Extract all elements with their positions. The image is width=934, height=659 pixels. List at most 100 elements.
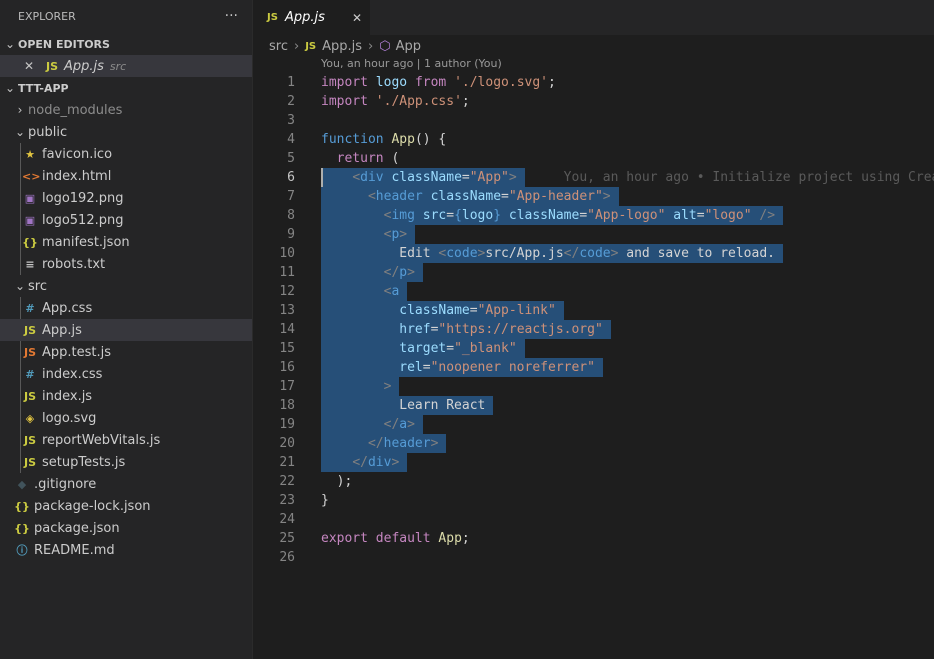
tree-file[interactable]: JS App.test.js (0, 341, 252, 363)
file-type-icon: JS (23, 433, 36, 447)
explorer-sidebar: EXPLORER ··· ⌄ OPEN EDITORS ✕ JS App.js … (0, 0, 253, 659)
line-number: 6 (287, 170, 295, 185)
editor-area: JS App.js ✕ src › JS App.js › ⬡ App You,… (253, 0, 934, 659)
code-line[interactable]: rel="noopener noreferrer" (321, 358, 595, 377)
tree-file[interactable]: {} manifest.json (0, 231, 252, 253)
tab-label: App.js (284, 10, 325, 25)
line-number: 25 (279, 531, 295, 546)
tree-file[interactable]: ◈ logo.svg (0, 407, 252, 429)
code-line[interactable]: </a> (321, 415, 415, 434)
tree-file[interactable]: ◆ .gitignore (0, 473, 252, 495)
code-line[interactable]: className="App-link" (321, 301, 556, 320)
file-type-icon: JS (23, 455, 36, 469)
code-line[interactable]: </header> (321, 434, 438, 453)
line-number: 3 (287, 113, 295, 128)
breadcrumb-folder[interactable]: src (269, 39, 288, 54)
project-section[interactable]: ⌄ TTT-APP (0, 77, 252, 99)
breadcrumb-file[interactable]: App.js (322, 39, 362, 54)
file-type-icon: JS (23, 323, 36, 337)
tree-item-label: manifest.json (42, 234, 130, 250)
breadcrumb: src › JS App.js › ⬡ App (253, 35, 421, 57)
code-line[interactable]: function App() { (321, 130, 446, 149)
code-line[interactable]: href="https://reactjs.org" (321, 320, 603, 339)
tree-folder[interactable]: ⌄ public (0, 121, 252, 143)
tree-file[interactable]: ▣ logo192.png (0, 187, 252, 209)
code-line[interactable]: > (321, 377, 392, 396)
file-type-icon: ◈ (25, 411, 35, 425)
line-number: 14 (279, 322, 295, 337)
code-line[interactable]: </div> (321, 453, 399, 472)
file-type-icon: JS (23, 345, 36, 359)
close-icon[interactable]: ✕ (24, 59, 38, 73)
line-number: 1 (287, 75, 295, 90)
tree-folder[interactable]: ⌄ src (0, 275, 252, 297)
tree-item-label: src (28, 278, 47, 294)
code-line[interactable]: <img src={logo} className="App-logo" alt… (321, 206, 775, 225)
code-line[interactable]: <div className="App"> You, an hour ago •… (321, 168, 934, 187)
tree-item-label: .gitignore (34, 476, 97, 492)
open-editors-section[interactable]: ⌄ OPEN EDITORS (0, 33, 252, 55)
line-number: 23 (279, 493, 295, 508)
codelens-blame[interactable]: You, an hour ago | 1 author (You) (321, 57, 502, 73)
code-line[interactable]: <p> (321, 225, 407, 244)
tab-app-js[interactable]: JS App.js ✕ (253, 0, 371, 35)
inline-blame: You, an hour ago • Initialize project us… (563, 170, 934, 185)
tree-item-label: node_modules (28, 102, 123, 118)
tree-file[interactable]: ⓘ README.md (0, 539, 252, 561)
tree-file[interactable]: {} package-lock.json (0, 495, 252, 517)
tree-item-label: App.css (42, 300, 93, 316)
open-editor-item[interactable]: ✕ JS App.js src (0, 55, 252, 77)
chevron-right-icon: › (17, 103, 23, 117)
tree-folder[interactable]: › node_modules (0, 99, 252, 121)
chevron-down-icon: ⌄ (4, 37, 16, 51)
line-number: 12 (279, 284, 295, 299)
close-icon[interactable]: ✕ (352, 11, 362, 25)
file-type-icon: {} (14, 499, 30, 513)
tree-file[interactable]: JS index.js (0, 385, 252, 407)
more-actions-icon[interactable]: ··· (225, 8, 238, 24)
line-number: 4 (287, 132, 295, 147)
code-line[interactable]: Edit <code>src/App.js</code> and save to… (321, 244, 775, 263)
file-type-icon: # (25, 301, 35, 315)
code-line[interactable]: export default App; (321, 529, 470, 548)
tree-file[interactable]: {} package.json (0, 517, 252, 539)
file-type-icon: ≡ (25, 257, 35, 271)
chevron-right-icon: › (293, 38, 300, 54)
tree-file[interactable]: ≡ robots.txt (0, 253, 252, 275)
breadcrumb-symbol[interactable]: App (396, 39, 421, 54)
tree-item-label: logo192.png (42, 190, 124, 206)
tree-file[interactable]: ★ favicon.ico (0, 143, 252, 165)
code-line[interactable]: ); (321, 472, 353, 491)
line-number: 18 (279, 398, 295, 413)
file-type-icon: ▣ (24, 213, 36, 227)
tree-file[interactable]: JS setupTests.js (0, 451, 252, 473)
file-type-icon: ⓘ (16, 544, 28, 557)
project-title: TTT-APP (18, 81, 69, 95)
file-type-icon: ◆ (17, 477, 27, 491)
code-line[interactable]: } (321, 491, 329, 510)
code-line[interactable]: target="_blank" (321, 339, 516, 358)
tree-file[interactable]: ▣ logo512.png (0, 209, 252, 231)
tree-item-label: index.css (42, 366, 103, 382)
js-file-icon: JS (267, 12, 278, 23)
tree-file[interactable]: JS reportWebVitals.js (0, 429, 252, 451)
line-number: 9 (287, 227, 295, 242)
tree-item-label: reportWebVitals.js (42, 432, 161, 448)
code-line[interactable]: <header className="App-header"> (321, 187, 611, 206)
code-line[interactable]: import logo from './logo.svg'; (321, 73, 556, 92)
open-editor-name: App.js (64, 58, 104, 74)
open-editors-title: OPEN EDITORS (18, 37, 110, 51)
code-line[interactable]: import './App.css'; (321, 92, 470, 111)
tree-file[interactable]: # index.css (0, 363, 252, 385)
tree-file[interactable]: JS App.js (0, 319, 252, 341)
code-line[interactable]: return ( (321, 149, 400, 168)
tree-file[interactable]: <> index.html (0, 165, 252, 187)
line-number: 5 (287, 151, 295, 166)
code-line[interactable]: </p> (321, 263, 415, 282)
tree-item-label: public (28, 124, 68, 140)
tree-file[interactable]: # App.css (0, 297, 252, 319)
file-type-icon: ★ (25, 147, 35, 161)
line-number: 15 (279, 341, 295, 356)
code-line[interactable]: <a (321, 282, 400, 301)
code-line[interactable]: Learn React (321, 396, 485, 415)
